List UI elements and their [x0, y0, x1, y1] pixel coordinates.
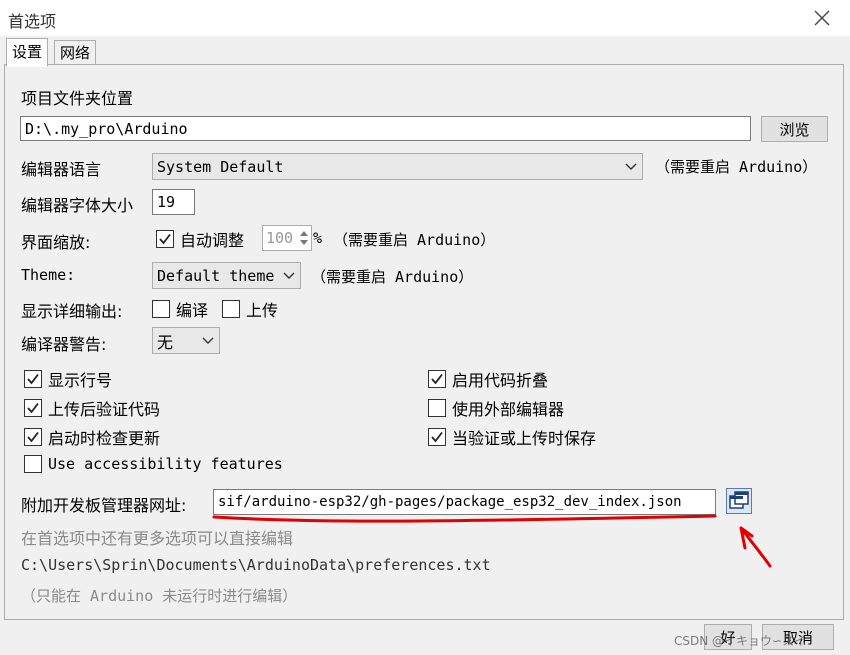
check-updates-checkbox[interactable] — [24, 428, 42, 446]
external-editor-checkbox[interactable] — [428, 399, 446, 417]
editor-language-select[interactable]: System Default — [152, 153, 643, 180]
scale-value: 100 — [266, 229, 294, 247]
editor-language-value: System Default — [157, 157, 284, 176]
option-verify-after-upload: 上传后验证代码 — [24, 396, 160, 420]
boards-url-label: 附加开发板管理器网址: — [21, 496, 187, 515]
show-line-numbers-checkbox[interactable] — [24, 370, 42, 388]
verbose-compile-checkbox[interactable] — [152, 300, 170, 318]
theme-label: Theme: — [21, 266, 76, 284]
sketchbook-label: 项目文件夹位置 — [21, 89, 134, 108]
restart-note-scale: （需要重启 Arduino） — [333, 231, 496, 249]
verbose-upload-checkbox[interactable] — [222, 300, 240, 318]
accessibility-label: Use accessibility features — [48, 455, 283, 473]
browse-button[interactable]: 浏览 — [761, 116, 828, 142]
window-list-icon — [726, 488, 752, 514]
scale-label: 界面缩放: — [21, 233, 91, 252]
restart-note-theme: （需要重启 Arduino） — [311, 268, 474, 286]
verify-after-upload-label: 上传后验证代码 — [48, 400, 161, 419]
check-icon — [431, 431, 443, 443]
theme-value: Default theme — [157, 266, 275, 285]
verbose-compile-label: 编译 — [176, 301, 209, 320]
auto-adjust-checkbox[interactable] — [156, 230, 174, 248]
external-editor-label: 使用外部编辑器 — [452, 400, 565, 419]
option-external-editor: 使用外部编辑器 — [428, 396, 564, 420]
warnings-select[interactable]: 无 — [152, 327, 220, 354]
font-size-label: 编辑器字体大小 — [21, 196, 134, 215]
chevron-down-icon — [201, 334, 215, 348]
close-button[interactable] — [808, 6, 836, 30]
edit-note: （只能在 Arduino 未运行时进行编辑） — [21, 587, 298, 605]
prefs-file-path: C:\Users\Sprin\Documents\ArduinoData\pre… — [21, 556, 491, 574]
check-icon — [431, 373, 443, 385]
check-icon — [27, 373, 39, 385]
spinner-arrows-icon — [299, 228, 309, 252]
csdn-watermark: CSDN @イキョウ∽スイ — [674, 634, 807, 648]
check-updates-label: 启动时检查更新 — [48, 429, 161, 448]
code-folding-checkbox[interactable] — [428, 370, 446, 388]
open-url-list-button[interactable] — [726, 488, 752, 514]
verbose-upload-label: 上传 — [246, 301, 279, 320]
code-folding-label: 启用代码折叠 — [452, 371, 549, 390]
boards-url-input[interactable]: sif/arduino-esp32/gh-pages/package_esp32… — [213, 489, 716, 515]
save-on-verify-checkbox[interactable] — [428, 428, 446, 446]
option-accessibility: Use accessibility features — [24, 455, 283, 473]
option-code-folding: 启用代码折叠 — [428, 367, 548, 391]
tab-network[interactable]: 网络 — [54, 40, 97, 66]
more-prefs-note: 在首选项中还有更多选项可以直接编辑 — [21, 529, 294, 548]
sketchbook-path-input[interactable]: D:\.my_pro\Arduino — [20, 116, 751, 141]
auto-adjust-label: 自动调整 — [180, 231, 245, 250]
tab-settings[interactable]: 设置 — [6, 38, 49, 67]
window-title: 首选项 — [8, 12, 57, 31]
accessibility-checkbox[interactable] — [24, 455, 42, 473]
check-icon — [159, 233, 171, 245]
title-bar: 首选项 — [0, 0, 850, 36]
show-line-numbers-label: 显示行号 — [48, 371, 113, 390]
font-size-input[interactable]: 19 — [152, 189, 195, 215]
warnings-value: 无 — [157, 332, 174, 352]
option-check-updates: 启动时检查更新 — [24, 425, 160, 449]
option-save-on-verify: 当验证或上传时保存 — [428, 425, 596, 449]
verbose-label: 显示详细输出: — [21, 302, 123, 321]
chevron-down-icon — [282, 269, 296, 283]
verify-after-upload-checkbox[interactable] — [24, 399, 42, 417]
scale-spinner[interactable]: 100 — [262, 225, 312, 251]
percent-label: % — [313, 229, 323, 247]
check-icon — [27, 402, 39, 414]
theme-select[interactable]: Default theme — [152, 262, 301, 289]
save-on-verify-label: 当验证或上传时保存 — [452, 429, 597, 448]
option-show-line-numbers: 显示行号 — [24, 367, 112, 391]
check-icon — [27, 431, 39, 443]
close-icon — [814, 10, 830, 26]
chevron-down-icon — [624, 160, 638, 174]
restart-note-language: （需要重启 Arduino） — [655, 158, 818, 176]
editor-language-label: 编辑器语言 — [21, 160, 102, 179]
warnings-label: 编译器警告: — [21, 335, 107, 354]
